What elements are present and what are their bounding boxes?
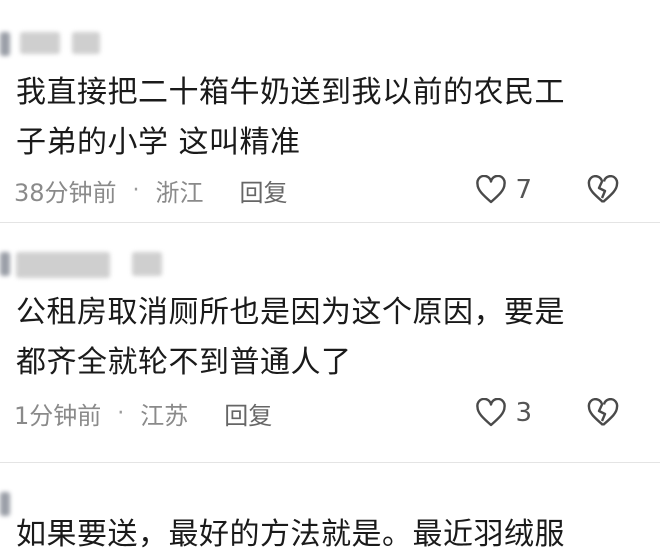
like-count: 7 — [515, 175, 532, 205]
comment-location: 浙江 — [155, 178, 204, 207]
reply-button[interactable]: 回复 — [224, 396, 272, 431]
comment-text-line: 公租房取消厕所也是因为这个原因，要是 — [16, 295, 565, 330]
avatar[interactable] — [0, 32, 10, 56]
comment-text: 我直接把二十箱牛奶送到我以前的农民工 子弟的小学 这叫精准 — [16, 68, 646, 168]
comment-time: 38分钟前 — [14, 178, 117, 207]
username[interactable] — [16, 252, 110, 278]
comment-text: 公租房取消厕所也是因为这个原因，要是 都齐全就轮不到普通人了 — [16, 288, 646, 388]
user-tag — [72, 32, 100, 54]
username[interactable] — [20, 32, 60, 54]
heart-outline-icon — [475, 175, 507, 205]
like-button[interactable]: 3 — [475, 398, 532, 428]
comment-text-line: 都齐全就轮不到普通人了 — [16, 345, 352, 380]
comment-text: 如果要送，最好的方法就是。最近羽绒服 — [16, 510, 646, 560]
comment-meta: 1分钟前 · 江苏 回复 — [14, 393, 272, 433]
comment-text-line: 子弟的小学 这叫精准 — [16, 125, 301, 160]
like-count: 3 — [515, 398, 532, 428]
separator-dot: · — [117, 400, 125, 426]
comment-item-3: 如果要送，最好的方法就是。最近羽绒服 — [0, 462, 660, 560]
avatar[interactable] — [0, 492, 10, 516]
reply-button[interactable]: 回复 — [240, 173, 288, 208]
comment-text-line: 如果要送，最好的方法就是。最近羽绒服 — [16, 517, 565, 552]
comment-actions: 3 — [475, 393, 620, 433]
broken-heart-icon[interactable] — [586, 398, 620, 428]
broken-heart-icon[interactable] — [586, 175, 620, 205]
like-button[interactable]: 7 — [475, 175, 532, 205]
comment-meta: 38分钟前 · 浙江 回复 — [14, 170, 288, 210]
comment-text-line: 我直接把二十箱牛奶送到我以前的农民工 — [16, 75, 565, 110]
avatar[interactable] — [0, 252, 10, 276]
user-tag — [132, 252, 162, 276]
separator-dot: · — [132, 177, 140, 203]
comment-time: 1分钟前 — [14, 401, 102, 430]
comment-location: 江苏 — [140, 401, 189, 430]
comment-item-1: 我直接把二十箱牛奶送到我以前的农民工 子弟的小学 这叫精准 38分钟前 · 浙江… — [0, 0, 660, 215]
comment-item-2: 公租房取消厕所也是因为这个原因，要是 都齐全就轮不到普通人了 1分钟前 · 江苏… — [0, 222, 660, 462]
heart-outline-icon — [475, 398, 507, 428]
comment-actions: 7 — [475, 170, 620, 210]
